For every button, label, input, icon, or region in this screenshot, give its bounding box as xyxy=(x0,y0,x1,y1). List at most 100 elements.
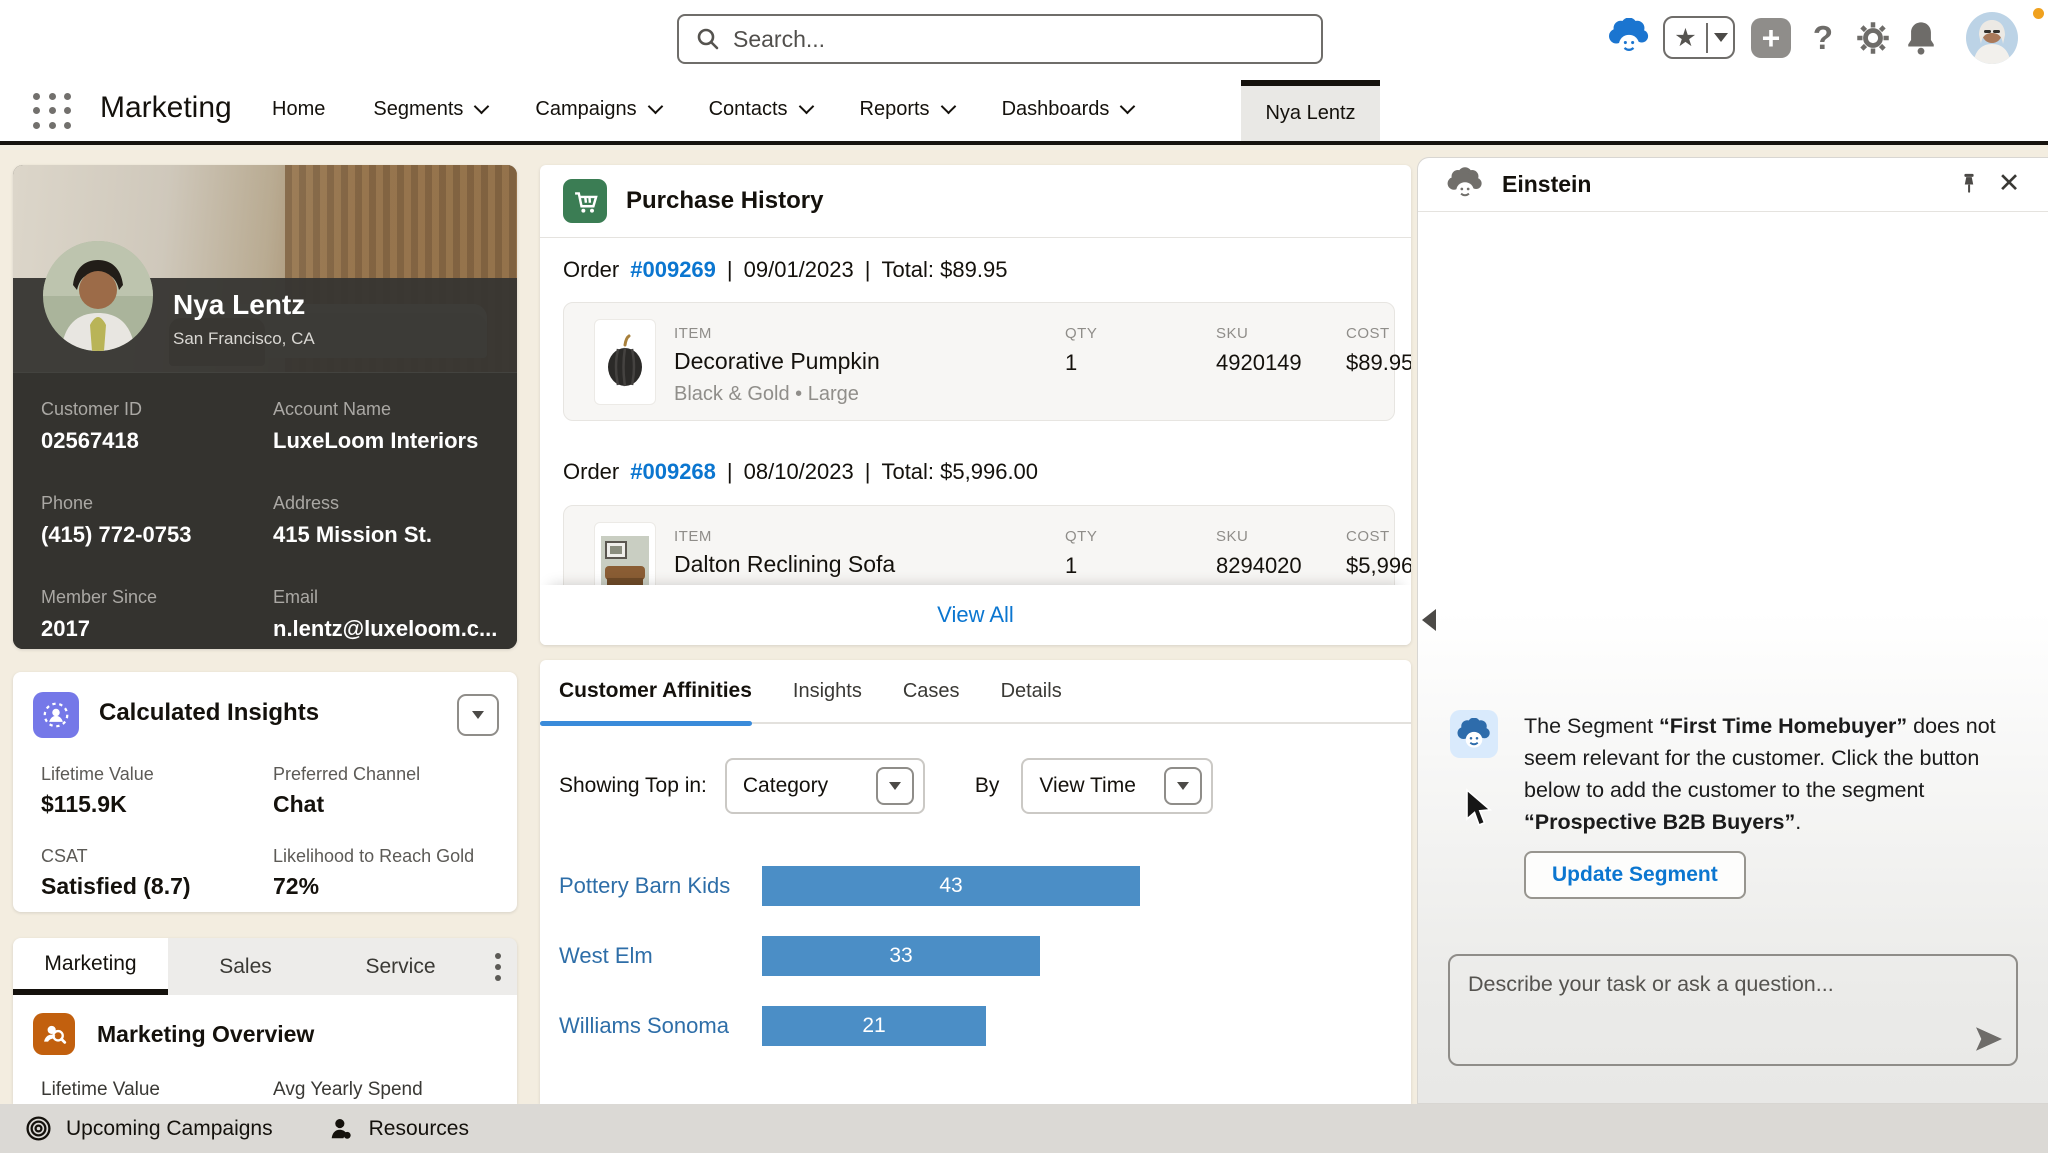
tab-details[interactable]: Details xyxy=(1001,680,1062,703)
favorites-group: ★ xyxy=(1663,16,1735,59)
send-icon[interactable] xyxy=(1974,1026,2004,1054)
einstein-icon[interactable] xyxy=(1607,18,1651,58)
affinity-controls: Showing Top in: Category By View Time xyxy=(559,758,1213,814)
bar-category-link[interactable]: Williams Sonoma xyxy=(559,1013,762,1039)
avatar[interactable] xyxy=(1966,12,2018,64)
einstein-prompt-box xyxy=(1448,954,2018,1066)
einstein-prompt-input[interactable] xyxy=(1450,956,2016,1064)
bar-row: Williams Sonoma 21 xyxy=(559,1006,1391,1046)
active-tab-underline xyxy=(540,721,752,726)
people-icon xyxy=(329,1116,355,1142)
insights-menu-icon[interactable] xyxy=(457,694,499,736)
bar-value: 21 xyxy=(862,1014,885,1038)
chevron-down-icon[interactable] xyxy=(876,767,914,805)
target-icon xyxy=(25,1115,52,1142)
bar-row: West Elm 33 xyxy=(559,936,1391,976)
utility-resources[interactable]: Resources xyxy=(329,1116,469,1142)
favorites-dropdown-icon[interactable] xyxy=(1708,33,1733,42)
profile-avatar xyxy=(43,241,153,351)
cart-icon xyxy=(563,179,607,223)
search-input[interactable] xyxy=(733,26,1305,53)
overflow-menu-icon[interactable] xyxy=(478,938,517,995)
calculated-insights-card: Calculated Insights Lifetime Value$115.9… xyxy=(13,672,517,912)
einstein-message: The Segment “First Time Homebuyer” does … xyxy=(1450,710,2012,838)
global-search[interactable] xyxy=(677,14,1323,64)
marketing-overview-title: Marketing Overview xyxy=(97,1021,314,1048)
bar: 21 xyxy=(762,1006,986,1046)
nav-item-campaigns[interactable]: Campaigns xyxy=(535,98,660,121)
metric-avg-yearly-spend: Avg Yearly Spend xyxy=(273,1079,423,1101)
pin-icon[interactable] xyxy=(1956,171,1982,199)
cost-column: COST$89.95 xyxy=(1346,325,1411,376)
separator: | xyxy=(865,257,871,283)
purchase-history-footer: View All xyxy=(540,585,1411,645)
field-address: Address415 Mission St. xyxy=(273,493,517,555)
tab-service[interactable]: Service xyxy=(323,938,478,995)
field-preferred-channel: Preferred ChannelChat xyxy=(273,764,507,818)
by-label: By xyxy=(975,774,1000,798)
chevron-down-icon xyxy=(940,99,956,115)
nav-item-reports[interactable]: Reports xyxy=(860,98,954,121)
detail-tabs: Customer Affinities Insights Cases Detai… xyxy=(540,660,1411,724)
favorites-star-icon[interactable]: ★ xyxy=(1665,23,1708,53)
tab-marketing[interactable]: Marketing xyxy=(13,938,168,995)
field-lifetime-value: Lifetime Value$115.9K xyxy=(41,764,273,818)
field-email: Emailn.lentz@luxeloom.c... xyxy=(273,587,517,649)
einstein-avatar-icon xyxy=(1450,710,1498,758)
collapse-panel-icon[interactable] xyxy=(1422,609,1436,631)
order-total: Total: $5,996.00 xyxy=(881,459,1038,485)
utility-upcoming-campaigns[interactable]: Upcoming Campaigns xyxy=(25,1115,273,1142)
item-column: ITEM Dalton Reclining Sofa xyxy=(674,528,895,586)
order-number-link[interactable]: #009268 xyxy=(630,459,716,485)
field-likelihood-gold: Likelihood to Reach Gold72% xyxy=(273,846,507,900)
sku-column: SKU8294020 xyxy=(1216,528,1302,579)
chevron-down-icon xyxy=(647,99,663,115)
marketing-overview-section: Marketing Overview Lifetime Value Avg Ye… xyxy=(13,995,517,1104)
chevron-down-icon xyxy=(474,99,490,115)
einstein-icon xyxy=(1446,167,1484,203)
chevron-down-icon[interactable] xyxy=(1164,767,1202,805)
order-item-row: ITEM Decorative Pumpkin Black & Gold • L… xyxy=(563,302,1395,421)
help-icon[interactable]: ? xyxy=(1804,17,1842,59)
einstein-message-text: The Segment “First Time Homebuyer” does … xyxy=(1524,710,2002,838)
nav-item-contacts[interactable]: Contacts xyxy=(709,98,812,121)
order-number-link[interactable]: #009269 xyxy=(630,257,716,283)
add-icon[interactable]: + xyxy=(1751,18,1791,58)
order-date: 09/01/2023 xyxy=(744,257,854,283)
bar-value: 43 xyxy=(939,874,962,898)
field-csat: CSATSatisfied (8.7) xyxy=(41,846,273,900)
cloud-tabs: Marketing Sales Service xyxy=(13,938,517,995)
utility-bar: Upcoming Campaigns Resources xyxy=(0,1104,2048,1153)
field-phone: Phone(415) 772-0753 xyxy=(41,493,273,555)
nav-item-home[interactable]: Home xyxy=(272,98,325,121)
cloud-tabs-card: Marketing Sales Service Marketing Overvi… xyxy=(13,938,517,1104)
notifications-bell-icon[interactable] xyxy=(1900,16,1942,60)
tab-cases[interactable]: Cases xyxy=(903,680,960,703)
tab-sales[interactable]: Sales xyxy=(168,938,323,995)
item-column: ITEM Decorative Pumpkin Black & Gold • L… xyxy=(674,325,880,406)
tab-insights[interactable]: Insights xyxy=(793,680,862,703)
bar-category-link[interactable]: Pottery Barn Kids xyxy=(559,873,762,899)
nav-item-segments[interactable]: Segments xyxy=(373,98,487,121)
setup-gear-icon[interactable] xyxy=(1852,18,1894,58)
qty-column: QTY1 xyxy=(1065,325,1097,376)
field-account-name: Account NameLuxeLoom Interiors xyxy=(273,399,517,461)
chevron-down-icon xyxy=(798,99,814,115)
bar-category-link[interactable]: West Elm xyxy=(559,943,762,969)
view-all-link[interactable]: View All xyxy=(937,602,1014,628)
order-label: Order xyxy=(563,257,619,283)
app-launcher-icon[interactable] xyxy=(33,93,75,131)
nav-item-dashboards[interactable]: Dashboards xyxy=(1002,98,1134,121)
purchase-history-title: Purchase History xyxy=(626,187,823,215)
insights-icon xyxy=(33,692,79,738)
close-icon[interactable]: ✕ xyxy=(1994,166,2024,200)
measure-select[interactable]: View Time xyxy=(1021,758,1213,814)
update-segment-button[interactable]: Update Segment xyxy=(1524,851,1746,899)
salesforce-window: ★ + ? Marketing xyxy=(0,0,2048,1153)
order-label: Order xyxy=(563,459,619,485)
record-tab-nya-lentz[interactable]: Nya Lentz xyxy=(1241,80,1380,141)
dimension-select[interactable]: Category xyxy=(725,758,925,814)
tab-customer-affinities[interactable]: Customer Affinities xyxy=(559,679,752,703)
profile-fields: Customer ID02567418 Account NameLuxeLoom… xyxy=(13,372,517,649)
order-line-009269: Order #009269 | 09/01/2023 | Total: $89.… xyxy=(563,257,1007,283)
